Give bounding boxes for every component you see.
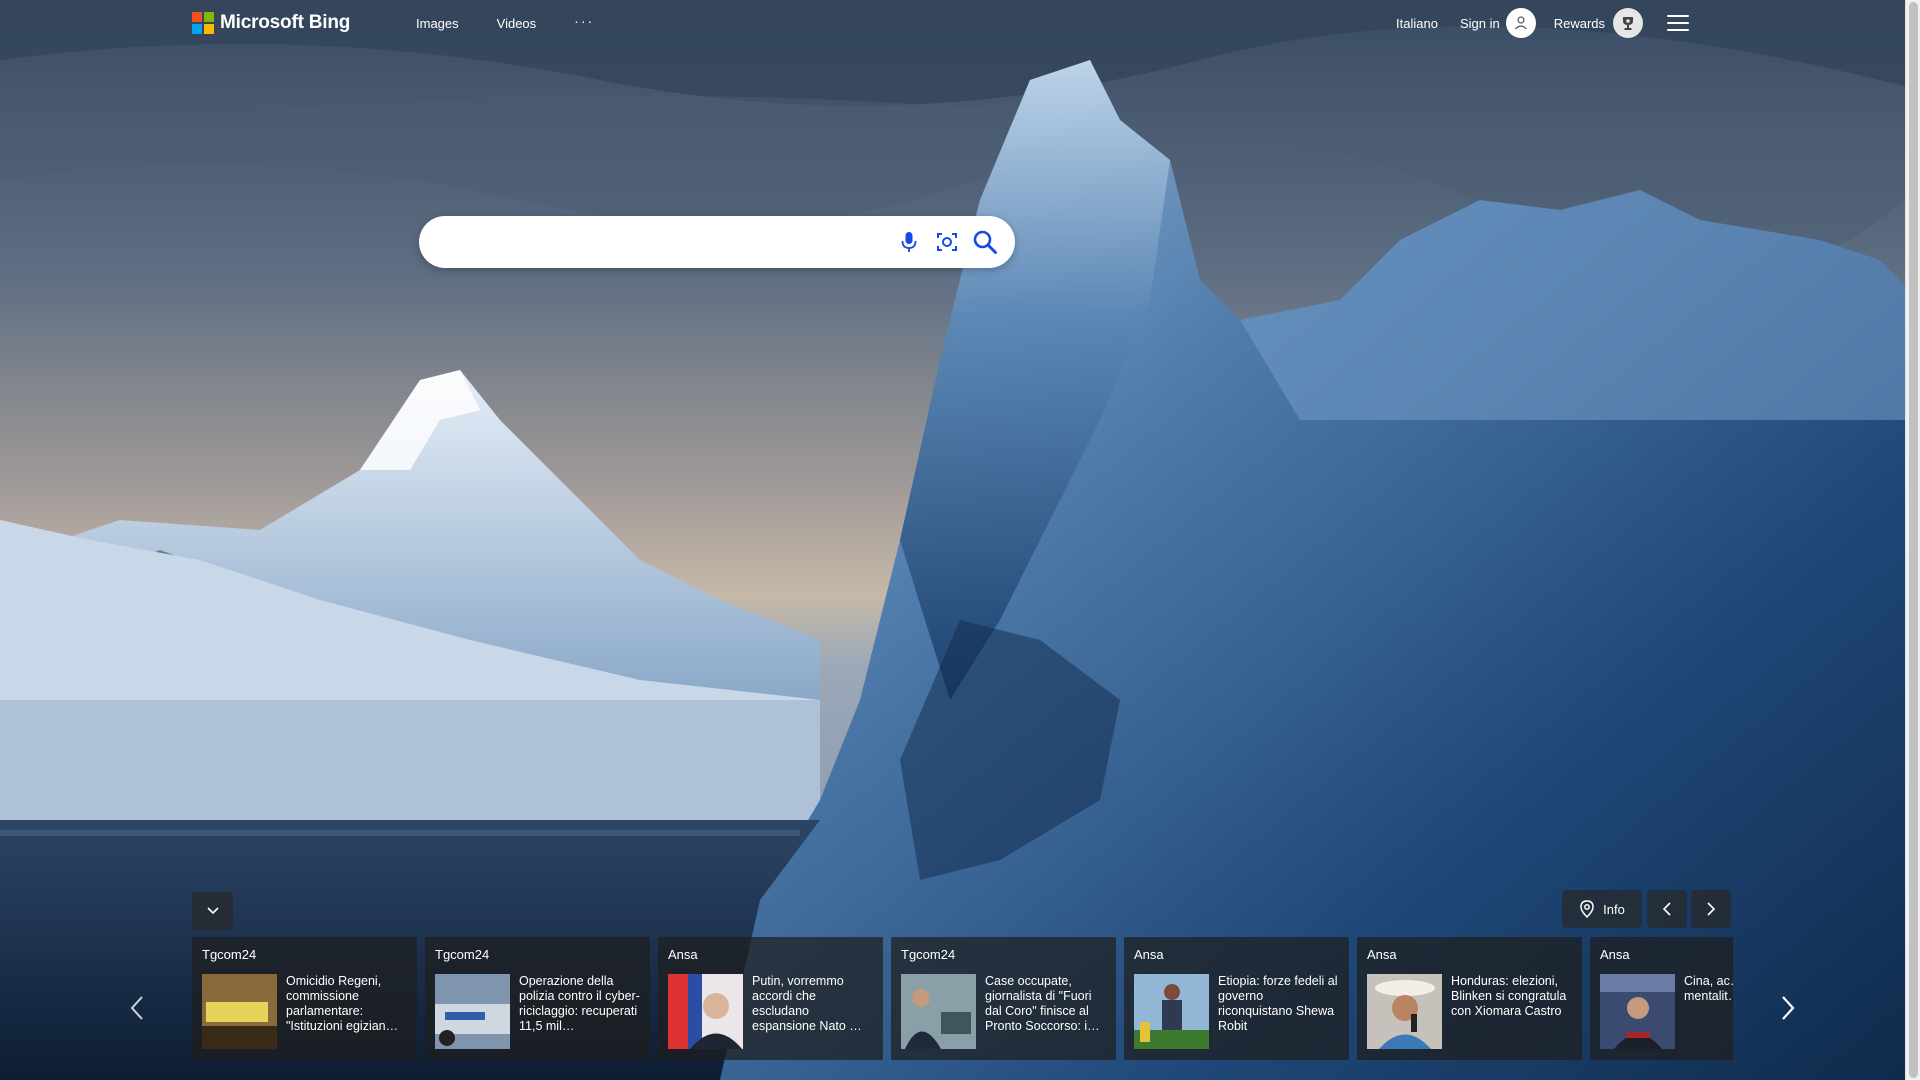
news-source: Ansa xyxy=(1134,947,1164,962)
rewards-trophy-icon[interactable] xyxy=(1613,8,1643,38)
news-card[interactable]: Ansa Etiopia: forze fedeli al governo ri… xyxy=(1124,937,1349,1060)
microphone-icon[interactable] xyxy=(895,228,923,256)
news-source: Ansa xyxy=(1367,947,1397,962)
news-thumbnail xyxy=(1367,974,1442,1049)
microsoft-logo-icon xyxy=(192,12,214,34)
news-headline: Honduras: elezioni, Blinken si congratul… xyxy=(1451,974,1567,1018)
news-thumbnail xyxy=(1600,974,1675,1049)
search-icon[interactable] xyxy=(971,228,999,256)
more-menu-button[interactable]: ··· xyxy=(574,13,594,29)
news-thumbnail xyxy=(1134,974,1209,1049)
language-link[interactable]: Italiano xyxy=(1396,16,1438,31)
news-headline: Case occupate, giornalista di "Fuori dal… xyxy=(985,974,1100,1033)
location-pin-icon xyxy=(1580,900,1594,918)
news-thumbnail xyxy=(202,974,277,1049)
news-headline: Cina, ac… intelliger… mentalit… Fredda xyxy=(1684,974,1733,1003)
news-headline: Operazione della polizia contro il cyber… xyxy=(519,974,640,1033)
bing-logo[interactable]: Microsoft Bing xyxy=(192,12,350,34)
news-card[interactable]: Tgcom24 Operazione della polizia contro … xyxy=(425,937,650,1060)
chevron-right-icon xyxy=(1782,996,1795,1020)
news-prev-button[interactable] xyxy=(122,990,152,1026)
news-card[interactable]: Ansa Cina, ac… intelliger… mentalit… Fre… xyxy=(1590,937,1733,1060)
news-next-button[interactable] xyxy=(1773,990,1803,1026)
image-info-button[interactable]: Info xyxy=(1562,890,1642,928)
header-actions: Italiano Sign in Rewards xyxy=(1396,8,1689,38)
search-box[interactable] xyxy=(419,216,1015,268)
news-card[interactable]: Tgcom24 Omicidio Regeni, commissione par… xyxy=(192,937,417,1060)
news-source: Tgcom24 xyxy=(202,947,257,962)
chevron-left-icon xyxy=(130,996,143,1020)
collapse-news-button[interactable] xyxy=(192,892,233,930)
page-scrollbar[interactable] xyxy=(1905,0,1920,1080)
chevron-down-icon xyxy=(206,907,219,915)
news-headline: Omicidio Regeni, commissione parlamentar… xyxy=(286,974,399,1033)
top-header: Microsoft Bing Images Videos ··· Italian… xyxy=(0,0,1905,46)
nav-images[interactable]: Images xyxy=(416,16,459,31)
scrollbar-thumb[interactable] xyxy=(1909,2,1918,1078)
sign-in-link[interactable]: Sign in xyxy=(1460,16,1500,31)
news-card[interactable]: Ansa Putin, vorremmo accordi che escluda… xyxy=(658,937,883,1060)
news-source: Ansa xyxy=(668,947,698,962)
brand-name: Microsoft Bing xyxy=(220,12,351,33)
news-thumbnail xyxy=(435,974,510,1049)
news-card[interactable]: Ansa Honduras: elezioni, Blinken si cong… xyxy=(1357,937,1582,1060)
next-image-button[interactable] xyxy=(1691,890,1731,928)
previous-image-button[interactable] xyxy=(1647,890,1687,928)
news-carousel: Tgcom24 Omicidio Regeni, commissione par… xyxy=(192,937,1733,1061)
news-source: Tgcom24 xyxy=(901,947,956,962)
news-headline: Putin, vorremmo accordi che escludano es… xyxy=(752,974,862,1033)
user-avatar-icon[interactable] xyxy=(1505,8,1536,38)
news-source: Ansa xyxy=(1600,947,1630,962)
rewards-link[interactable]: Rewards xyxy=(1554,16,1605,31)
news-card[interactable]: Tgcom24 Case occupate, giornalista di "F… xyxy=(891,937,1116,1060)
chevron-right-icon xyxy=(1707,902,1716,916)
news-headline: Etiopia: forze fedeli al governo riconqu… xyxy=(1218,974,1338,1033)
top-nav: Images Videos ··· xyxy=(416,13,594,32)
nav-videos[interactable]: Videos xyxy=(497,16,537,31)
search-input[interactable] xyxy=(441,226,881,258)
news-source: Tgcom24 xyxy=(435,947,490,962)
visual-search-icon[interactable] xyxy=(933,228,961,256)
hamburger-menu-icon[interactable] xyxy=(1667,15,1689,31)
news-thumbnail xyxy=(901,974,976,1049)
chevron-left-icon xyxy=(1662,902,1671,916)
info-label: Info xyxy=(1603,901,1625,917)
news-thumbnail xyxy=(668,974,743,1049)
